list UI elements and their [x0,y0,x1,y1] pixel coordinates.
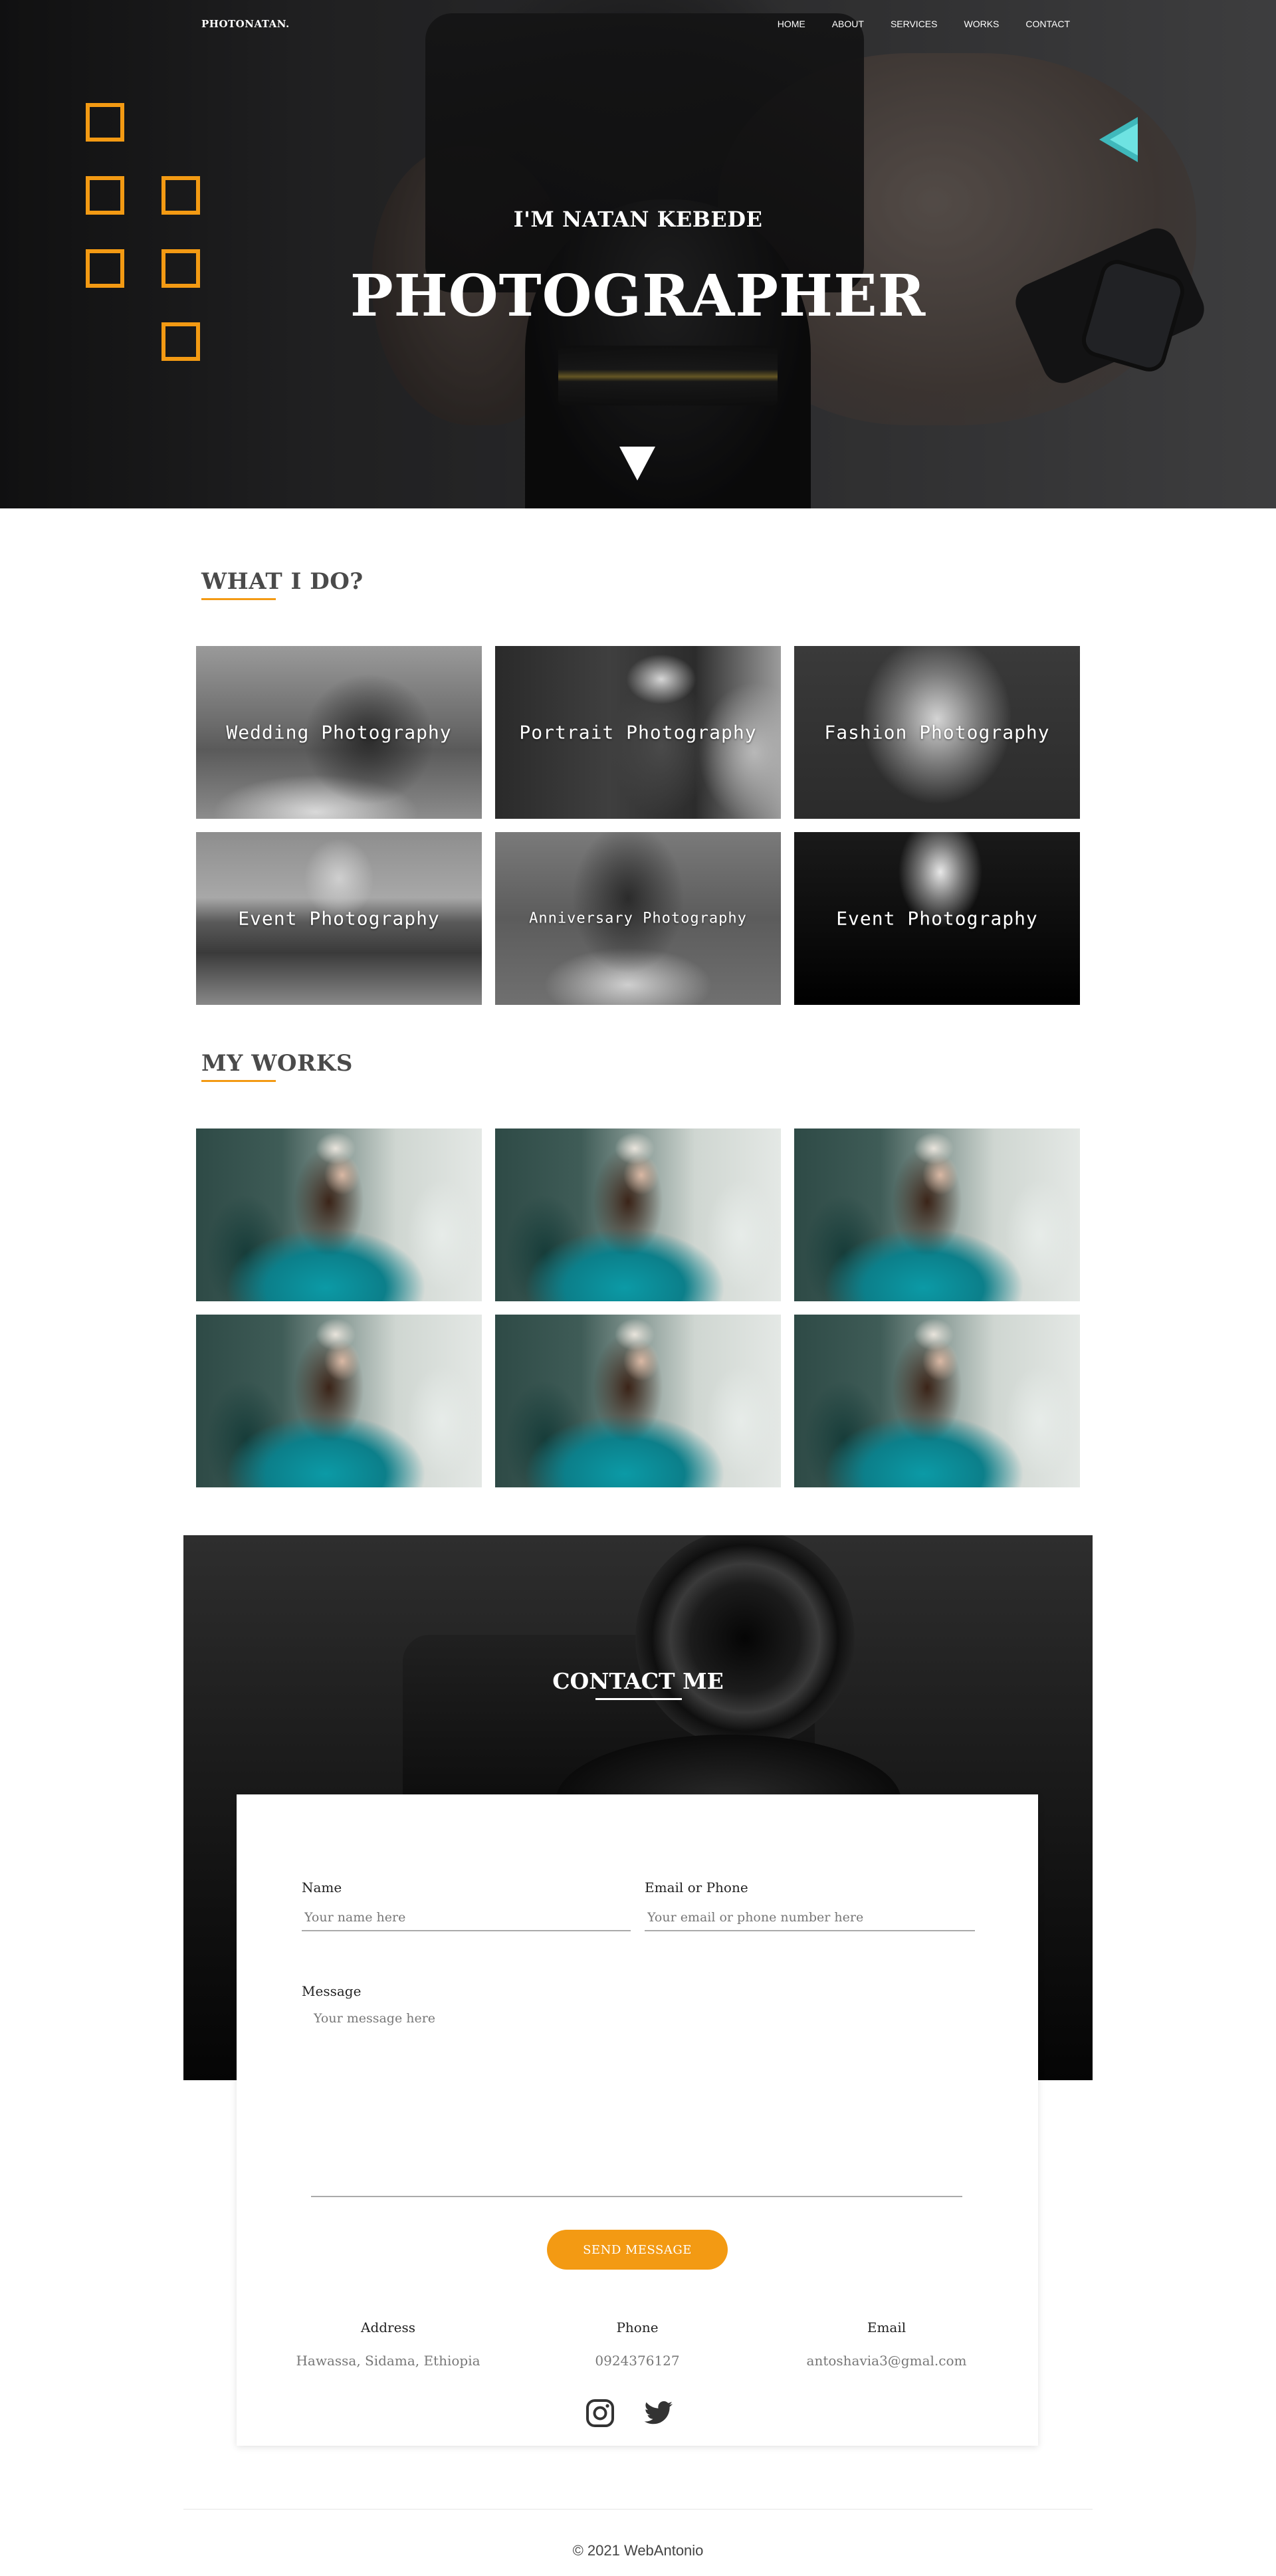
nav-menu: HOME ABOUT SERVICES WORKS CONTACT [778,19,1070,29]
contact-form: Name Email or Phone Message SEND MESSAGE… [237,1794,1038,2446]
works-grid [196,1128,1080,1487]
hero-subtitle: I'M NATAN KEBEDE [513,207,763,232]
double-chevron-left-icon [1099,117,1138,162]
name-label: Name [302,1879,342,1895]
decorative-square [86,103,124,142]
site-logo[interactable]: PHOTONATAN. [201,18,290,30]
service-card-portrait[interactable]: Portrait Photography [495,646,781,819]
service-card-label: Wedding Photography [226,721,452,744]
message-textarea[interactable] [311,2011,962,2197]
contact-title-underline [595,1698,682,1700]
footer-divider [183,2509,1093,2510]
contact-photo-lens [635,1535,855,1748]
email-heading: Email [867,2319,906,2335]
service-card-label: Event Photography [836,907,1038,930]
work-photo[interactable] [794,1315,1080,1487]
service-card-event[interactable]: Event Photography [794,832,1080,1005]
service-card-label: Portrait Photography [519,721,757,744]
footer-copyright: © 2021 WebAntonio [572,2542,704,2559]
email-value[interactable]: antoshavia3@gmal.com [787,2353,986,2369]
twitter-icon[interactable] [643,2398,674,2428]
service-card-label: Event Photography [238,907,440,930]
triangle-down-icon[interactable] [618,445,657,482]
service-card-label: Anniversary Photography [529,910,747,927]
email-info: Email antoshavia3@gmal.com [787,2319,986,2369]
service-card-label: Fashion Photography [824,721,1050,744]
work-photo[interactable] [196,1315,482,1487]
service-card-anniversary[interactable]: Anniversary Photography [495,832,781,1005]
email-input[interactable] [645,1905,975,1931]
services-title: WHAT I DO? [201,568,364,600]
nav-link-about[interactable]: ABOUT [832,19,864,29]
work-photo[interactable] [794,1128,1080,1301]
contact-title: CONTACT ME [552,1668,724,1694]
nav-link-home[interactable]: HOME [778,19,805,29]
phone-heading: Phone [616,2319,659,2335]
navbar: PHOTONATAN. HOME ABOUT SERVICES WORKS CO… [0,0,1276,51]
name-input[interactable] [302,1905,631,1931]
address-info: Address Hawassa, Sidama, Ethiopia [288,2319,488,2369]
service-card-wedding[interactable]: Wedding Photography [196,646,482,819]
work-photo[interactable] [495,1128,781,1301]
send-message-button[interactable]: SEND MESSAGE [547,2230,728,2270]
nav-link-services[interactable]: SERVICES [891,19,938,29]
address-value: Hawassa, Sidama, Ethiopia [296,2353,480,2369]
nav-link-contact[interactable]: CONTACT [1025,19,1070,29]
instagram-icon[interactable] [585,2398,615,2428]
works-title: MY WORKS [201,1050,353,1082]
work-photo[interactable] [495,1315,781,1487]
address-heading: Address [361,2319,415,2335]
phone-value[interactable]: 0924376127 [538,2353,737,2369]
phone-info: Phone 0924376127 [538,2319,737,2369]
hero-title: PHOTOGRAPHER [350,263,926,330]
services-grid: Wedding Photography Portrait Photography… [196,646,1080,1005]
service-card-event[interactable]: Event Photography [196,832,482,1005]
work-photo[interactable] [196,1128,482,1301]
service-card-fashion[interactable]: Fashion Photography [794,646,1080,819]
nav-link-works[interactable]: WORKS [964,19,999,29]
hero-section: PHOTONATAN. HOME ABOUT SERVICES WORKS CO… [0,0,1276,508]
email-label: Email or Phone [645,1879,748,1895]
message-label: Message [302,1983,362,1999]
